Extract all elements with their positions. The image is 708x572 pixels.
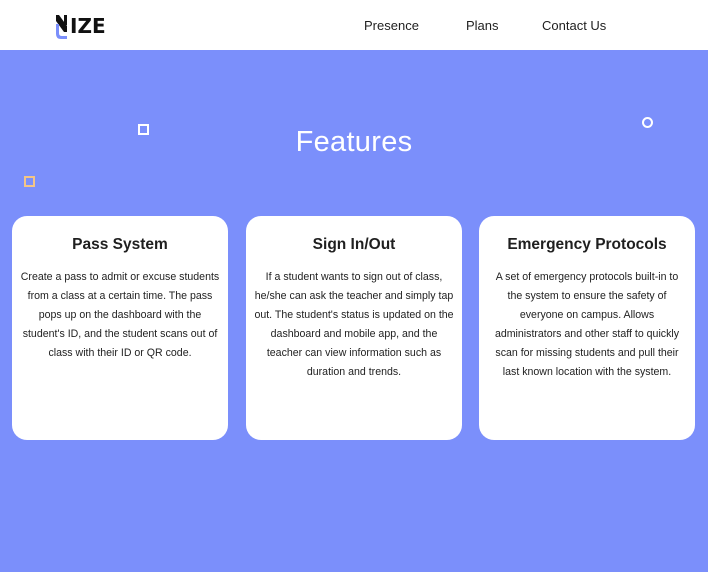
logo[interactable]: IZE bbox=[55, 13, 106, 39]
section-title: Features bbox=[295, 126, 413, 158]
card-description: If a student wants to sign out of class,… bbox=[254, 271, 454, 378]
nav-link-presence[interactable]: Presence bbox=[364, 18, 419, 34]
logo-text: IZE bbox=[70, 14, 106, 38]
feature-card-pass-system: Pass System Create a pass to admit or ex… bbox=[12, 216, 228, 440]
card-description: Create a pass to admit or excuse student… bbox=[20, 271, 220, 359]
logo-mark-icon bbox=[56, 15, 67, 39]
feature-card-sign-in-out: Sign In/Out If a student wants to sign o… bbox=[246, 216, 462, 440]
navbar: IZE Presence Plans Contact Us bbox=[0, 0, 708, 50]
card-title: Emergency Protocols bbox=[507, 236, 667, 253]
feature-card-emergency-protocols: Emergency Protocols A set of emergency p… bbox=[479, 216, 695, 440]
card-title: Sign In/Out bbox=[312, 236, 396, 253]
nav-link-plans[interactable]: Plans bbox=[466, 18, 499, 34]
card-description: A set of emergency protocols built-in to… bbox=[494, 271, 680, 378]
square-outline-icon bbox=[24, 176, 35, 187]
card-title: Pass System bbox=[72, 236, 168, 253]
nav-link-contact-us[interactable]: Contact Us bbox=[542, 18, 606, 34]
